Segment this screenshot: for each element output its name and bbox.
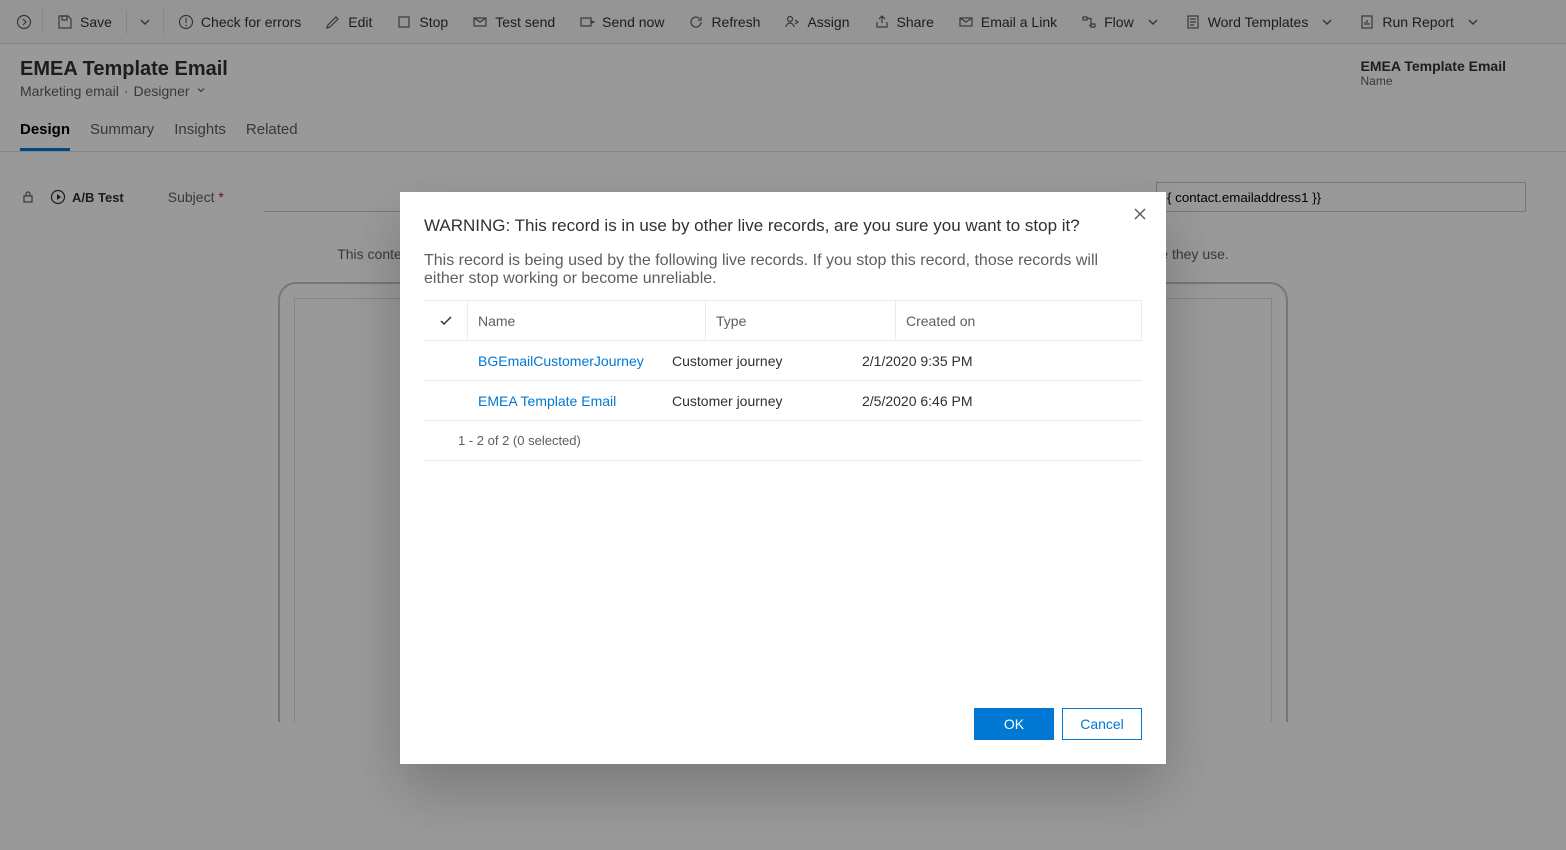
records-grid: Name Type Created on BGEmailCustomerJour… [424, 300, 1142, 421]
record-created: 2/1/2020 9:35 PM [852, 353, 1142, 369]
grid-header: Name Type Created on [424, 301, 1142, 341]
modal-overlay: WARNING: This record is in use by other … [0, 0, 1566, 850]
col-type-header[interactable]: Type [706, 301, 896, 340]
cancel-button[interactable]: Cancel [1062, 708, 1142, 740]
record-created: 2/5/2020 6:46 PM [852, 393, 1142, 409]
ok-button[interactable]: OK [974, 708, 1054, 740]
grid-pager: 1 - 2 of 2 (0 selected) [424, 421, 1142, 461]
grid-row[interactable]: BGEmailCustomerJourney Customer journey … [424, 341, 1142, 381]
checkmark-icon[interactable] [438, 313, 454, 329]
record-type: Customer journey [662, 353, 852, 369]
record-name-link[interactable]: BGEmailCustomerJourney [424, 353, 662, 369]
record-name-link[interactable]: EMEA Template Email [424, 393, 662, 409]
stop-warning-dialog: WARNING: This record is in use by other … [400, 192, 1166, 764]
dialog-title: WARNING: This record is in use by other … [424, 216, 1142, 236]
grid-row[interactable]: EMEA Template Email Customer journey 2/5… [424, 381, 1142, 421]
col-created-header[interactable]: Created on [896, 301, 1142, 340]
dialog-description: This record is being used by the followi… [424, 252, 1142, 288]
dialog-close-button[interactable] [1132, 206, 1148, 227]
record-type: Customer journey [662, 393, 852, 409]
col-name-header[interactable]: Name [468, 301, 706, 340]
close-icon [1132, 206, 1148, 222]
